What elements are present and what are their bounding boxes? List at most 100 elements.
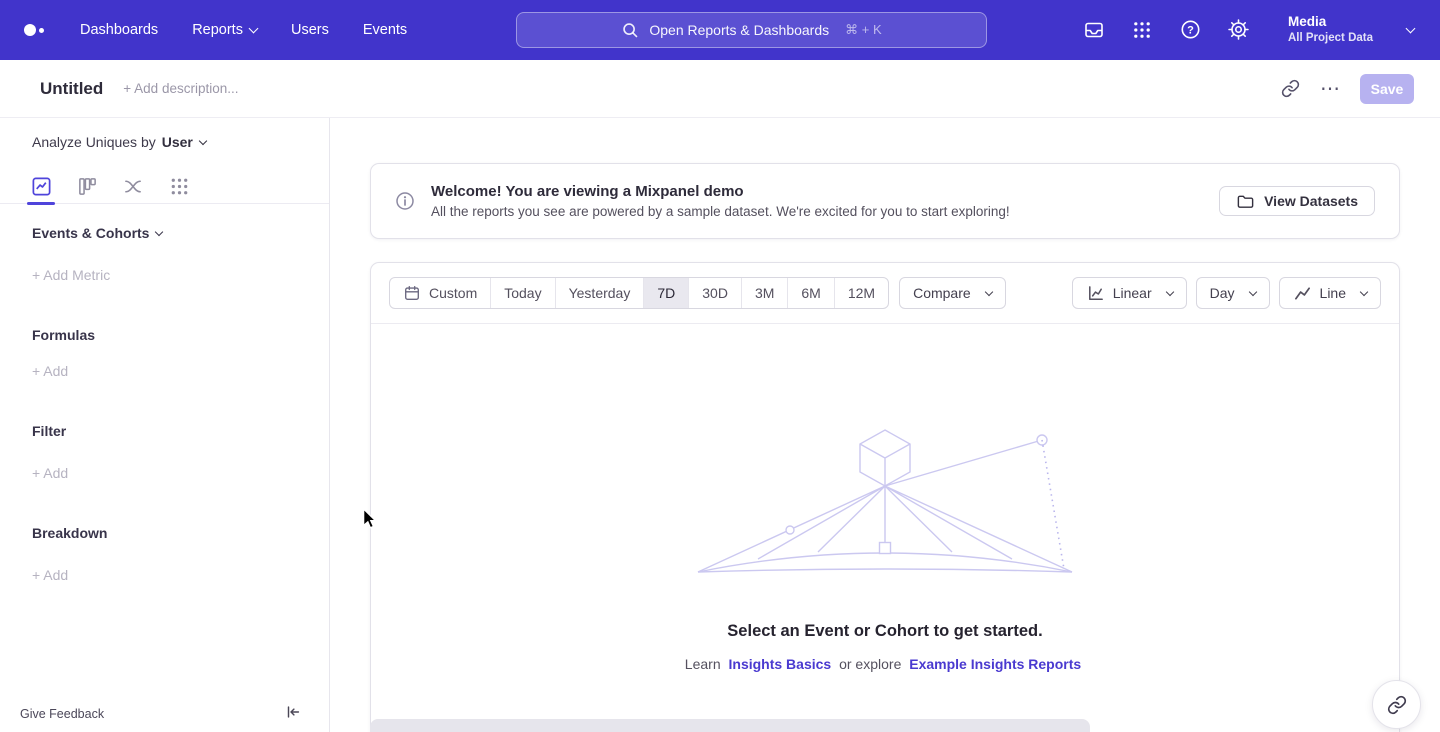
add-metric-button[interactable]: + Add Metric (32, 267, 110, 283)
nav-events[interactable]: Events (363, 22, 407, 38)
range-12m[interactable]: 12M (834, 278, 888, 308)
save-button[interactable]: Save (1360, 74, 1414, 104)
inbox-icon[interactable] (1082, 18, 1106, 42)
insights-report-card: Custom Today Yesterday 7D 30D 3M 6M 12M … (370, 262, 1400, 732)
nav-dashboards[interactable]: Dashboards (80, 22, 158, 38)
chart-controls: Linear Day Line (1072, 277, 1381, 309)
chart-type-label: Line (1320, 285, 1346, 301)
add-filter-button[interactable]: + Add (32, 465, 68, 481)
banner-title: Welcome! You are viewing a Mixpanel demo (431, 183, 1010, 200)
logo-dot (39, 28, 44, 33)
report-description-placeholder[interactable]: + Add description... (123, 81, 238, 96)
chevron-down-icon[interactable] (1406, 24, 1416, 34)
range-today[interactable]: Today (490, 278, 554, 308)
top-navigation: Dashboards Reports Users Events Open Rep… (0, 0, 1440, 60)
logo-dot (24, 24, 36, 36)
funnels-icon (77, 176, 98, 197)
search-placeholder: Open Reports & Dashboards (649, 22, 829, 38)
range-6m[interactable]: 6M (787, 278, 833, 308)
chevron-down-icon (249, 24, 259, 34)
settings-gear-icon[interactable] (1226, 18, 1250, 42)
banner-text: Welcome! You are viewing a Mixpanel demo… (431, 183, 1010, 219)
search-icon (621, 21, 639, 39)
global-search[interactable]: Open Reports & Dashboards ⌘ + K (516, 12, 987, 48)
section-filter: Filter (32, 423, 66, 439)
range-yesterday[interactable]: Yesterday (555, 278, 644, 308)
chevron-down-icon (1248, 287, 1256, 295)
project-scope: All Project Data (1288, 31, 1373, 47)
range-custom[interactable]: Custom (390, 278, 490, 308)
nav-reports[interactable]: Reports (192, 22, 257, 38)
insights-basics-link[interactable]: Insights Basics (729, 656, 832, 672)
scale-label: Linear (1113, 285, 1152, 301)
more-options-icon[interactable]: ⋯ (1320, 79, 1340, 99)
folder-icon (1236, 192, 1255, 211)
add-breakdown-button[interactable]: + Add (32, 567, 68, 583)
range-7d[interactable]: 7D (643, 278, 688, 308)
section-title: Formulas (32, 327, 95, 343)
primary-nav: Dashboards Reports Users Events (80, 22, 407, 38)
section-events-cohorts[interactable]: Events & Cohorts (32, 225, 162, 241)
calendar-icon (403, 284, 421, 302)
collapse-sidebar-icon[interactable] (281, 700, 305, 724)
help-icon[interactable]: ? (1178, 18, 1202, 42)
view-datasets-button[interactable]: View Datasets (1219, 186, 1375, 216)
info-icon (395, 191, 415, 211)
copy-link-icon[interactable] (1281, 79, 1300, 98)
flows-icon (123, 176, 144, 197)
linear-scale-icon (1086, 284, 1105, 303)
apps-grid-icon[interactable] (1130, 18, 1154, 42)
compare-label: Compare (913, 285, 971, 301)
analyze-uniques-row: Analyze Uniques by User (32, 134, 206, 150)
view-datasets-label: View Datasets (1264, 193, 1358, 209)
chevron-down-icon (1360, 287, 1368, 295)
chart-type-dropdown[interactable]: Line (1279, 277, 1381, 309)
example-reports-link[interactable]: Example Insights Reports (909, 656, 1081, 672)
line-chart-icon (1293, 284, 1312, 303)
range-3m[interactable]: 3M (741, 278, 787, 308)
header-actions: ⋯ Save (1281, 74, 1414, 104)
analyze-label: Analyze Uniques by (32, 134, 156, 150)
search-shortcut: ⌘ + K (845, 22, 882, 38)
scale-dropdown[interactable]: Linear (1072, 277, 1187, 309)
visualization-tabs (0, 170, 329, 204)
interval-label: Day (1210, 285, 1235, 301)
project-name: Media (1288, 13, 1373, 31)
topnav-right: ? Media All Project Data (1082, 13, 1414, 47)
main-content: Welcome! You are viewing a Mixpanel demo… (331, 118, 1440, 732)
chevron-down-icon (984, 287, 992, 295)
tab-insights[interactable] (30, 176, 52, 198)
compare-dropdown[interactable]: Compare (899, 277, 1006, 309)
demo-banner: Welcome! You are viewing a Mixpanel demo… (370, 163, 1400, 239)
tab-retention[interactable] (168, 176, 190, 198)
middle-text: or explore (839, 656, 901, 672)
banner-subtitle: All the reports you see are powered by a… (431, 204, 1010, 219)
date-range-segmented-control: Custom Today Yesterday 7D 30D 3M 6M 12M (389, 277, 889, 309)
share-link-fab[interactable] (1372, 680, 1421, 729)
svg-text:?: ? (1187, 25, 1194, 37)
section-title: Events & Cohorts (32, 225, 149, 241)
empty-state-subtitle: Learn Insights Basics or explore Example… (371, 656, 1399, 672)
nav-users[interactable]: Users (291, 22, 329, 38)
report-title[interactable]: Untitled (40, 79, 103, 99)
insights-icon (31, 176, 52, 197)
add-formula-button[interactable]: + Add (32, 363, 68, 379)
mixpanel-logo[interactable] (24, 24, 50, 36)
horizontal-scrollbar[interactable] (370, 719, 1090, 732)
analyze-by-value: User (162, 134, 193, 150)
give-feedback-link[interactable]: Give Feedback (20, 707, 104, 721)
project-switcher[interactable]: Media All Project Data (1288, 13, 1373, 47)
range-30d[interactable]: 30D (688, 278, 741, 308)
query-builder-sidebar: Analyze Uniques by User Events & Cohorts… (0, 118, 330, 732)
section-breakdown: Breakdown (32, 525, 107, 541)
learn-prefix: Learn (685, 656, 721, 672)
chevron-down-icon (199, 136, 207, 144)
empty-state-title: Select an Event or Cohort to get started… (371, 622, 1399, 641)
tab-flows[interactable] (122, 176, 144, 198)
analyze-by-dropdown[interactable]: User (162, 134, 206, 150)
report-toolbar: Custom Today Yesterday 7D 30D 3M 6M 12M … (371, 263, 1399, 324)
interval-dropdown[interactable]: Day (1196, 277, 1270, 309)
tab-funnels[interactable] (76, 176, 98, 198)
empty-state-illustration (690, 426, 1080, 576)
retention-icon (169, 176, 190, 197)
